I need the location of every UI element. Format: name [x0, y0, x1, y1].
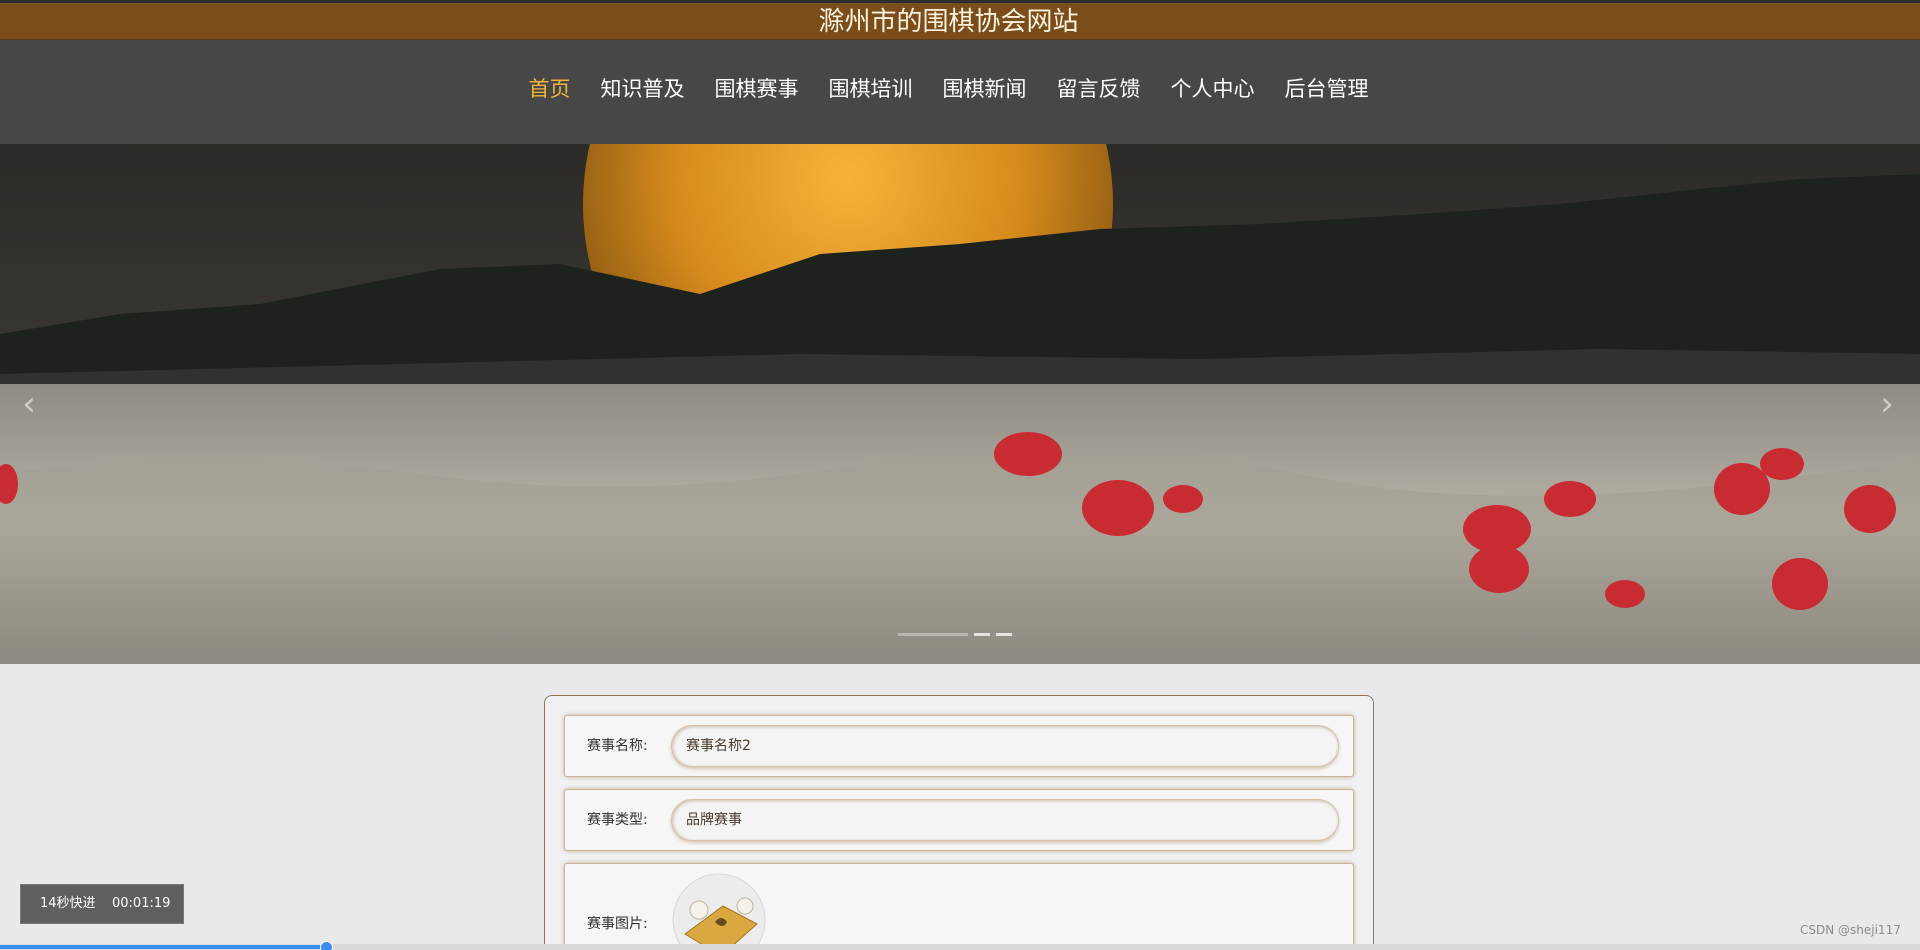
event-type-field[interactable]: 品牌赛事: [671, 799, 1339, 841]
nav-item-knowledge[interactable]: 知识普及: [601, 74, 685, 104]
event-image-thumbnail[interactable]: [671, 872, 767, 950]
carousel-indicators: [898, 630, 1016, 640]
carousel-dot[interactable]: [898, 633, 968, 636]
event-name-field[interactable]: 赛事名称2: [671, 725, 1339, 767]
banner-image: [0, 144, 1920, 664]
event-detail-panel: 赛事名称: 赛事名称2 赛事类型: 品牌赛事 赛事图片:: [544, 695, 1374, 950]
field-label: 赛事类型:: [587, 812, 648, 828]
nav-list: 首页 知识普及 围棋赛事 围棋培训 围棋新闻 留言反馈 个人中心 后台管理: [0, 74, 1897, 104]
carousel-next-button[interactable]: ›: [1872, 384, 1902, 424]
nav-item-events[interactable]: 围棋赛事: [715, 74, 799, 104]
field-label: 赛事名称:: [587, 738, 648, 754]
field-row-event-type: 赛事类型: 品牌赛事: [564, 789, 1354, 851]
nav-item-profile[interactable]: 个人中心: [1171, 74, 1255, 104]
site-title: 滁州市的围棋协会网站: [818, 7, 1079, 37]
playback-time: 00:01:19: [112, 896, 171, 911]
nav-item-training[interactable]: 围棋培训: [829, 74, 913, 104]
main-nav: 首页 知识普及 围棋赛事 围棋培训 围棋新闻 留言反馈 个人中心 后台管理: [0, 40, 1920, 145]
video-progress-bar[interactable]: [0, 941, 1920, 950]
carousel-dot[interactable]: [974, 633, 990, 636]
progress-handle[interactable]: [320, 941, 333, 950]
carousel-prev-button[interactable]: ‹: [14, 384, 44, 424]
video-player-bar: 14秒快进 00:01:19: [20, 884, 184, 924]
site-header: 滁州市的围棋协会网站: [0, 0, 1920, 40]
page: 滁州市的围棋协会网站 首页 知识普及 围棋赛事 围棋培训 围棋新闻 留言反馈 个…: [0, 0, 1920, 950]
nav-item-news[interactable]: 围棋新闻: [943, 74, 1027, 104]
nav-item-feedback[interactable]: 留言反馈: [1057, 74, 1141, 104]
nav-item-admin[interactable]: 后台管理: [1285, 74, 1369, 104]
progress-fill: [0, 945, 326, 949]
field-row-event-image: 赛事图片:: [564, 863, 1354, 950]
watermark: CSDN @sheji117: [1800, 923, 1901, 937]
carousel-dot[interactable]: [996, 633, 1012, 636]
fast-forward-label[interactable]: 14秒快进: [40, 885, 96, 923]
field-row-event-name: 赛事名称: 赛事名称2: [564, 715, 1354, 777]
banner-carousel[interactable]: ‹ ›: [0, 144, 1920, 664]
field-label: 赛事图片:: [587, 916, 648, 932]
nav-item-home[interactable]: 首页: [529, 74, 571, 104]
